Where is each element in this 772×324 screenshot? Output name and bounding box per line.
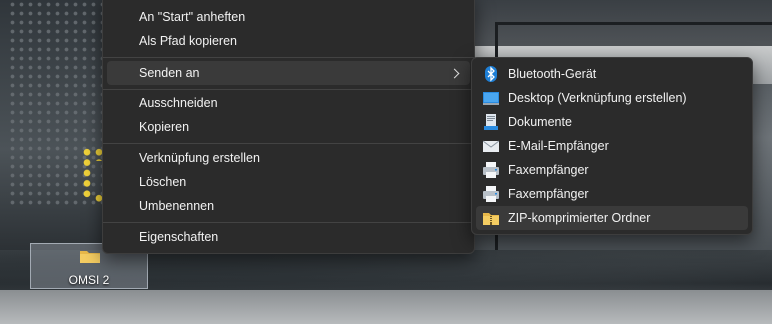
wallpaper-road bbox=[0, 290, 772, 324]
submenu-item-label: Faxempfänger bbox=[508, 163, 589, 177]
menu-item-send-to[interactable]: Senden an bbox=[107, 61, 470, 85]
mail-recipient-icon bbox=[483, 140, 499, 152]
menu-item-delete[interactable]: Löschen bbox=[107, 170, 470, 194]
submenu-item-label: ZIP-komprimierter Ordner bbox=[508, 211, 651, 225]
led-lit-segment bbox=[82, 147, 92, 199]
menu-item-properties[interactable]: Eigenschaften bbox=[107, 225, 470, 249]
submenu-item-zip-folder[interactable]: ZIP-komprimierter Ordner bbox=[476, 206, 748, 230]
submenu-item-label: Bluetooth-Gerät bbox=[508, 67, 597, 81]
submenu-item-label: Faxempfänger bbox=[508, 187, 589, 201]
desktop-icon bbox=[483, 92, 499, 105]
menu-item-label: Verknüpfung erstellen bbox=[139, 151, 260, 165]
menu-separator bbox=[103, 143, 474, 144]
submenu-item-label: Dokumente bbox=[508, 115, 572, 129]
menu-item-pin-to-start[interactable]: An "Start" anheften bbox=[107, 5, 470, 29]
submenu-item-fax[interactable]: Faxempfänger bbox=[476, 158, 748, 182]
submenu-item-fax[interactable]: Faxempfänger bbox=[476, 182, 748, 206]
fax-icon bbox=[483, 186, 499, 202]
menu-item-create-shortcut[interactable]: Verknüpfung erstellen bbox=[107, 146, 470, 170]
zip-folder-icon bbox=[483, 213, 499, 225]
submenu-item-documents[interactable]: Dokumente bbox=[476, 110, 748, 134]
menu-item-copy[interactable]: Kopieren bbox=[107, 115, 470, 139]
menu-item-label: Umbenennen bbox=[139, 199, 215, 213]
menu-separator bbox=[103, 89, 474, 90]
menu-separator bbox=[103, 57, 474, 58]
context-menu: An "Start" anheften Als Pfad kopieren Se… bbox=[102, 0, 475, 254]
menu-separator bbox=[103, 222, 474, 223]
documents-icon bbox=[484, 114, 498, 130]
folder-icon bbox=[80, 251, 100, 263]
menu-item-label: Löschen bbox=[139, 175, 187, 189]
menu-item-rename[interactable]: Umbenennen bbox=[107, 194, 470, 218]
menu-item-label: Ausschneiden bbox=[139, 96, 218, 110]
submenu-item-label: Desktop (Verknüpfung erstellen) bbox=[508, 91, 687, 105]
bluetooth-icon bbox=[485, 66, 497, 82]
menu-item-label: Eigenschaften bbox=[139, 230, 219, 244]
menu-item-label: An "Start" anheften bbox=[139, 10, 246, 24]
fax-icon bbox=[483, 162, 499, 178]
desktop-icon-label: OMSI 2 bbox=[68, 273, 110, 287]
submenu-item-label: E-Mail-Empfänger bbox=[508, 139, 609, 153]
wallpaper-bus-display bbox=[0, 0, 104, 250]
menu-item-copy-as-path[interactable]: Als Pfad kopieren bbox=[107, 29, 470, 53]
send-to-submenu: Bluetooth-Gerät Desktop (Verknüpfung ers… bbox=[471, 57, 753, 235]
chevron-right-icon bbox=[449, 68, 460, 78]
submenu-item-desktop[interactable]: Desktop (Verknüpfung erstellen) bbox=[476, 86, 748, 110]
menu-item-label: Kopieren bbox=[139, 120, 190, 134]
submenu-item-mail-recipient[interactable]: E-Mail-Empfänger bbox=[476, 134, 748, 158]
submenu-item-bluetooth[interactable]: Bluetooth-Gerät bbox=[476, 62, 748, 86]
menu-item-label: Als Pfad kopieren bbox=[139, 34, 237, 48]
menu-item-label: Senden an bbox=[139, 66, 200, 80]
menu-item-cut[interactable]: Ausschneiden bbox=[107, 91, 470, 115]
